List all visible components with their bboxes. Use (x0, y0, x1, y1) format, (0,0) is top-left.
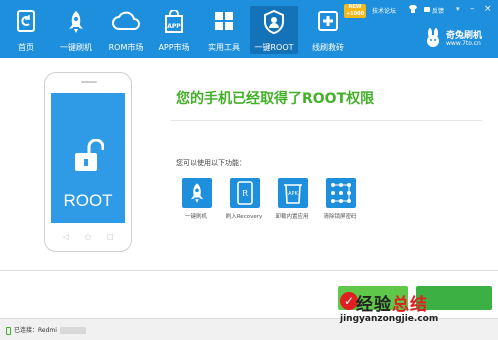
phone-connected-icon (6, 326, 11, 335)
root-text: ROOT (63, 191, 113, 210)
feature-label: 清除锁屏密码 (323, 214, 357, 220)
home-circle-icon: ○ (85, 233, 92, 241)
shirt-icon[interactable] (408, 5, 418, 16)
brand-url: www.7to.cn (446, 40, 481, 47)
features-subtitle: 您可以使用以下功能： (176, 159, 246, 167)
dropdown-icon[interactable]: ▾ (456, 5, 460, 13)
forum-link[interactable]: 技术论坛 (372, 6, 396, 15)
rocket-icon (67, 10, 85, 36)
nav-label: 一键刷机 (60, 43, 92, 52)
watermark-title-black: 经验 (356, 295, 392, 315)
app-bag-icon: APP (163, 9, 185, 36)
feature-tile (326, 178, 356, 208)
bottom-divider (0, 270, 498, 271)
nav-label: 首页 (18, 43, 34, 52)
watermark-title: 经验总结 (356, 290, 428, 315)
nav-one-click-flash[interactable]: 一键刷机 (54, 6, 98, 54)
feature-clear-lock-pattern[interactable]: 清除锁屏密码 (316, 176, 364, 236)
watermark-title-red: 总结 (392, 295, 428, 315)
apk-trash-icon: APK (283, 182, 303, 206)
rocket-icon (189, 182, 205, 206)
nav-label: 线刷救砖 (312, 43, 344, 52)
connection-status: 已连接：Redmi (6, 325, 86, 335)
nav-one-click-root[interactable]: 一键ROOT (250, 6, 298, 54)
rabbit-logo-icon (424, 28, 442, 50)
nav-tools[interactable]: 实用工具 (202, 6, 246, 54)
pattern-lock-icon (330, 182, 352, 206)
nav-app-market[interactable]: APP APP市场 (152, 6, 196, 54)
nav-rom-market[interactable]: ROM市场 (104, 6, 148, 54)
phone-illustration: ROOT ◁ ○ □ (44, 72, 132, 252)
nav-label: ROM市场 (108, 43, 144, 52)
feature-one-click-flash[interactable]: 一键刷机 (172, 176, 220, 236)
nav-home[interactable]: 首页 (6, 6, 46, 54)
svg-text:APP: APP (167, 23, 181, 30)
phone-speaker (81, 81, 97, 83)
feedback-icon[interactable] (424, 6, 430, 16)
redacted-model (59, 327, 86, 334)
connection-label: 已连接：Redmi (14, 327, 57, 334)
nav-label: 一键ROOT (254, 43, 294, 52)
feedback-link[interactable]: 反馈 (432, 6, 444, 15)
back-icon: ◁ (63, 233, 69, 241)
root-shield-icon (263, 9, 285, 36)
grid-icon (214, 10, 234, 34)
phone-screen: ROOT (51, 93, 125, 223)
minimize-icon[interactable]: – (470, 4, 475, 14)
first-aid-icon (317, 10, 339, 34)
feature-uninstall-apps[interactable]: APK 卸载内置应用 (268, 176, 316, 236)
phone-recovery-icon: R (237, 181, 253, 207)
svg-text:R: R (242, 189, 249, 198)
watermark-url: jingyanzongjie.com (340, 314, 439, 324)
nav-label: 实用工具 (208, 43, 240, 52)
root-status-headline: 您的手机已经取得了ROOT权限 (176, 91, 375, 107)
top-nav-bar: 首页 一键刷机 ROM市场 APP APP市场 实用工具 一键ROOT 线刷救砖… (0, 0, 498, 58)
watermark: ✓ 经验总结 jingyanzongjie.com (312, 290, 498, 340)
cloud-icon (112, 10, 140, 34)
content-divider (170, 120, 482, 121)
feature-tile: APK (278, 178, 308, 208)
phone-nav-buttons: ◁ ○ □ (59, 233, 119, 243)
new-badge: NEW +1000 (344, 4, 366, 18)
brand-logo: 奇兔刷机 www.7to.cn (424, 28, 494, 50)
recent-icon: □ (107, 233, 114, 241)
feature-flash-recovery[interactable]: R 刷入Recovery (220, 176, 268, 236)
feature-tile: R (230, 178, 260, 208)
svg-text:APK: APK (288, 191, 298, 197)
feature-tile (182, 178, 212, 208)
nav-label: APP市场 (158, 43, 190, 52)
unlocked-padlock-icon (74, 138, 105, 177)
close-icon[interactable]: × (484, 4, 492, 14)
home-icon (16, 10, 36, 34)
